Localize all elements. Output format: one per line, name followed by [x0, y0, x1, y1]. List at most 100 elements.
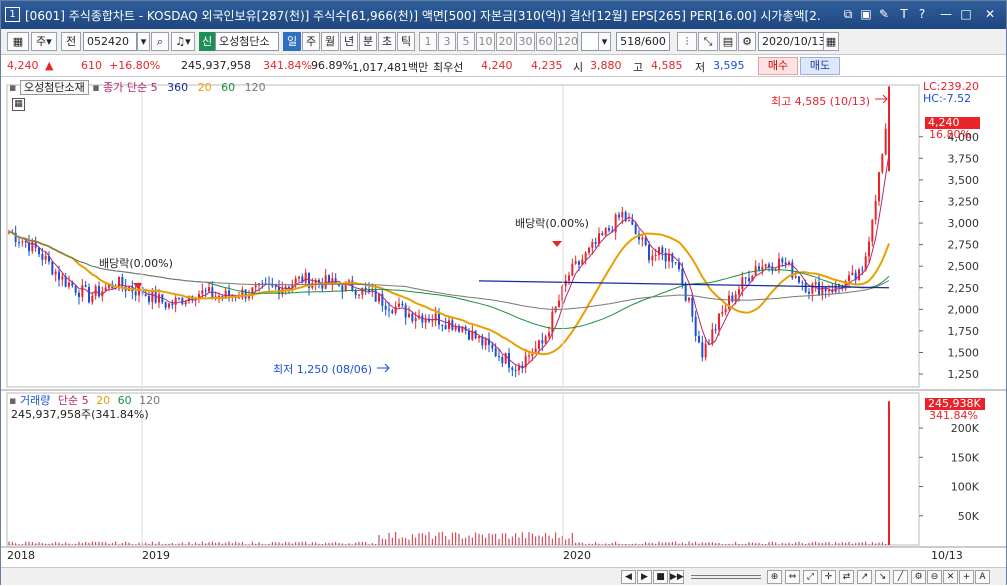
price-tick-label: 1,750 [948, 325, 980, 338]
candle-body [208, 287, 210, 292]
candle-body [618, 214, 620, 218]
step-30[interactable]: 30 [516, 32, 535, 51]
calendar-icon[interactable]: ▦ [823, 32, 839, 51]
table-icon[interactable]: ▦ [12, 98, 25, 111]
pen-icon[interactable]: ✎ [877, 7, 891, 21]
tab-week[interactable]: 주 [302, 32, 320, 51]
candle-body [54, 271, 57, 275]
stop-button[interactable]: ■ [653, 570, 668, 584]
help-icon[interactable]: ? [915, 7, 929, 21]
stock-code-input[interactable]: 052420 [83, 32, 137, 51]
step-20[interactable]: 20 [496, 32, 515, 51]
compare-icon[interactable]: ⇄ [839, 570, 854, 584]
zoom-out-icon[interactable]: ⊖ [927, 570, 942, 584]
link-icon[interactable]: ⧉ [841, 7, 855, 21]
candle-body [814, 282, 817, 285]
crosshair-icon[interactable]: ✛ [821, 570, 836, 584]
expand-icon[interactable]: ⇔ [785, 570, 800, 584]
tab-tick[interactable]: 틱 [397, 32, 415, 51]
arrow-icon[interactable]: ↘ [875, 570, 890, 584]
gear-small-icon[interactable]: ⚙ [911, 570, 926, 584]
text-icon[interactable]: T [897, 7, 911, 21]
panel-toggle-icon[interactable]: ▪ [9, 81, 16, 94]
open-price: 3,880 [590, 59, 622, 72]
step-dropdown-icon[interactable]: ▾ [598, 32, 611, 51]
candle-body [578, 261, 580, 265]
chart-area[interactable]: 1,250 1,500 1,750 2,000 2,250 2,500 2,750 3,000… [1, 77, 1006, 586]
tab-minute[interactable]: 분 [359, 32, 377, 51]
step-120[interactable]: 120 [556, 32, 578, 51]
maximize-button[interactable]: □ [959, 7, 973, 21]
chart-canvas[interactable]: 1,250 1,500 1,750 2,000 2,250 2,500 2,750 3,000… [1, 77, 1006, 567]
layout-icon[interactable]: ▣ [859, 7, 873, 21]
search-icon[interactable]: ⌕ [151, 32, 169, 51]
ma-indicator-label[interactable]: 종가 단순 [103, 81, 147, 94]
candle-body [224, 290, 227, 298]
stock-tab[interactable]: 오성첨단소재 [19, 80, 89, 95]
candle-body [421, 315, 424, 323]
high-price: 4,585 [651, 59, 683, 72]
all-button[interactable]: 전 [61, 32, 81, 51]
candle-body [181, 297, 184, 305]
sell-button[interactable]: 매도 [800, 57, 840, 75]
fit-icon[interactable]: ⤢ [803, 570, 818, 584]
tab-month[interactable]: 월 [321, 32, 339, 51]
candle-style-icon[interactable]: ⫶ [677, 32, 697, 51]
sound-icon[interactable]: ♫▾ [171, 32, 195, 51]
candle-body [758, 266, 760, 270]
step-1[interactable]: 1 [419, 32, 437, 51]
candle-body [441, 324, 444, 326]
close-button[interactable]: ✕ [983, 7, 997, 21]
volume-pct: 341.84% [263, 59, 312, 72]
grid-toggle-icon[interactable]: ▦ [7, 32, 29, 51]
tab-day[interactable]: 일 [283, 32, 301, 51]
date-field[interactable]: 2020/10/13 [758, 32, 826, 51]
step-5[interactable]: 5 [457, 32, 475, 51]
candle-body [538, 340, 540, 349]
candle-body [354, 290, 357, 296]
font-icon[interactable]: A [975, 570, 990, 584]
data-count-total: /600 [641, 35, 666, 48]
zoom-in-icon[interactable]: ⊕ [767, 570, 782, 584]
settings-gear-icon[interactable]: ⚙ [738, 32, 756, 51]
candle-body [204, 290, 207, 292]
data-count-field[interactable]: 518/600 [616, 32, 670, 51]
zoom-slider[interactable] [691, 575, 761, 579]
save-icon[interactable]: ▤ [719, 32, 737, 51]
price-tick-label: 3,250 [948, 195, 980, 208]
scroll-left-button[interactable]: ◀ [621, 570, 636, 584]
candle-body [531, 353, 534, 356]
current-price: 4,240 [7, 59, 39, 72]
line-icon[interactable]: ╱ [893, 570, 908, 584]
stock-name-field[interactable]: 오성첨단소 [215, 32, 279, 51]
step-3[interactable]: 3 [438, 32, 456, 51]
candle-body [558, 300, 560, 307]
ask-price: 4,240 [481, 59, 513, 72]
period-type-select[interactable]: 주▾ [31, 32, 57, 51]
minimize-button[interactable]: — [939, 7, 953, 21]
step-10[interactable]: 10 [476, 32, 495, 51]
tab-year[interactable]: 년 [340, 32, 358, 51]
trend-icon[interactable]: ↗ [857, 570, 872, 584]
candle-body [834, 284, 837, 292]
tab-second[interactable]: 초 [378, 32, 396, 51]
step-60[interactable]: 60 [536, 32, 555, 51]
panel-toggle-icon-2[interactable]: ▪ [92, 81, 99, 94]
buy-button[interactable]: 매수 [758, 57, 798, 75]
code-dropdown-icon[interactable]: ▾ [137, 32, 150, 51]
candle-body [608, 228, 610, 231]
candle-body [711, 329, 714, 344]
candle-body [134, 291, 137, 296]
add-indicator-icon[interactable]: + [959, 570, 974, 584]
candle-body [801, 282, 804, 284]
reset-icon[interactable]: ✕ [943, 570, 958, 584]
candle-body [438, 313, 440, 325]
candle-body [868, 241, 870, 257]
draw-tool-icon[interactable]: ⤡ [698, 32, 718, 51]
candle-body [781, 258, 784, 263]
fast-forward-button[interactable]: ▶▶ [669, 570, 684, 584]
candle-body [254, 285, 257, 288]
volume-ratio: 96.89% [311, 59, 353, 72]
x-label-2019: 2019 [142, 549, 170, 562]
play-button[interactable]: ▶ [637, 570, 652, 584]
